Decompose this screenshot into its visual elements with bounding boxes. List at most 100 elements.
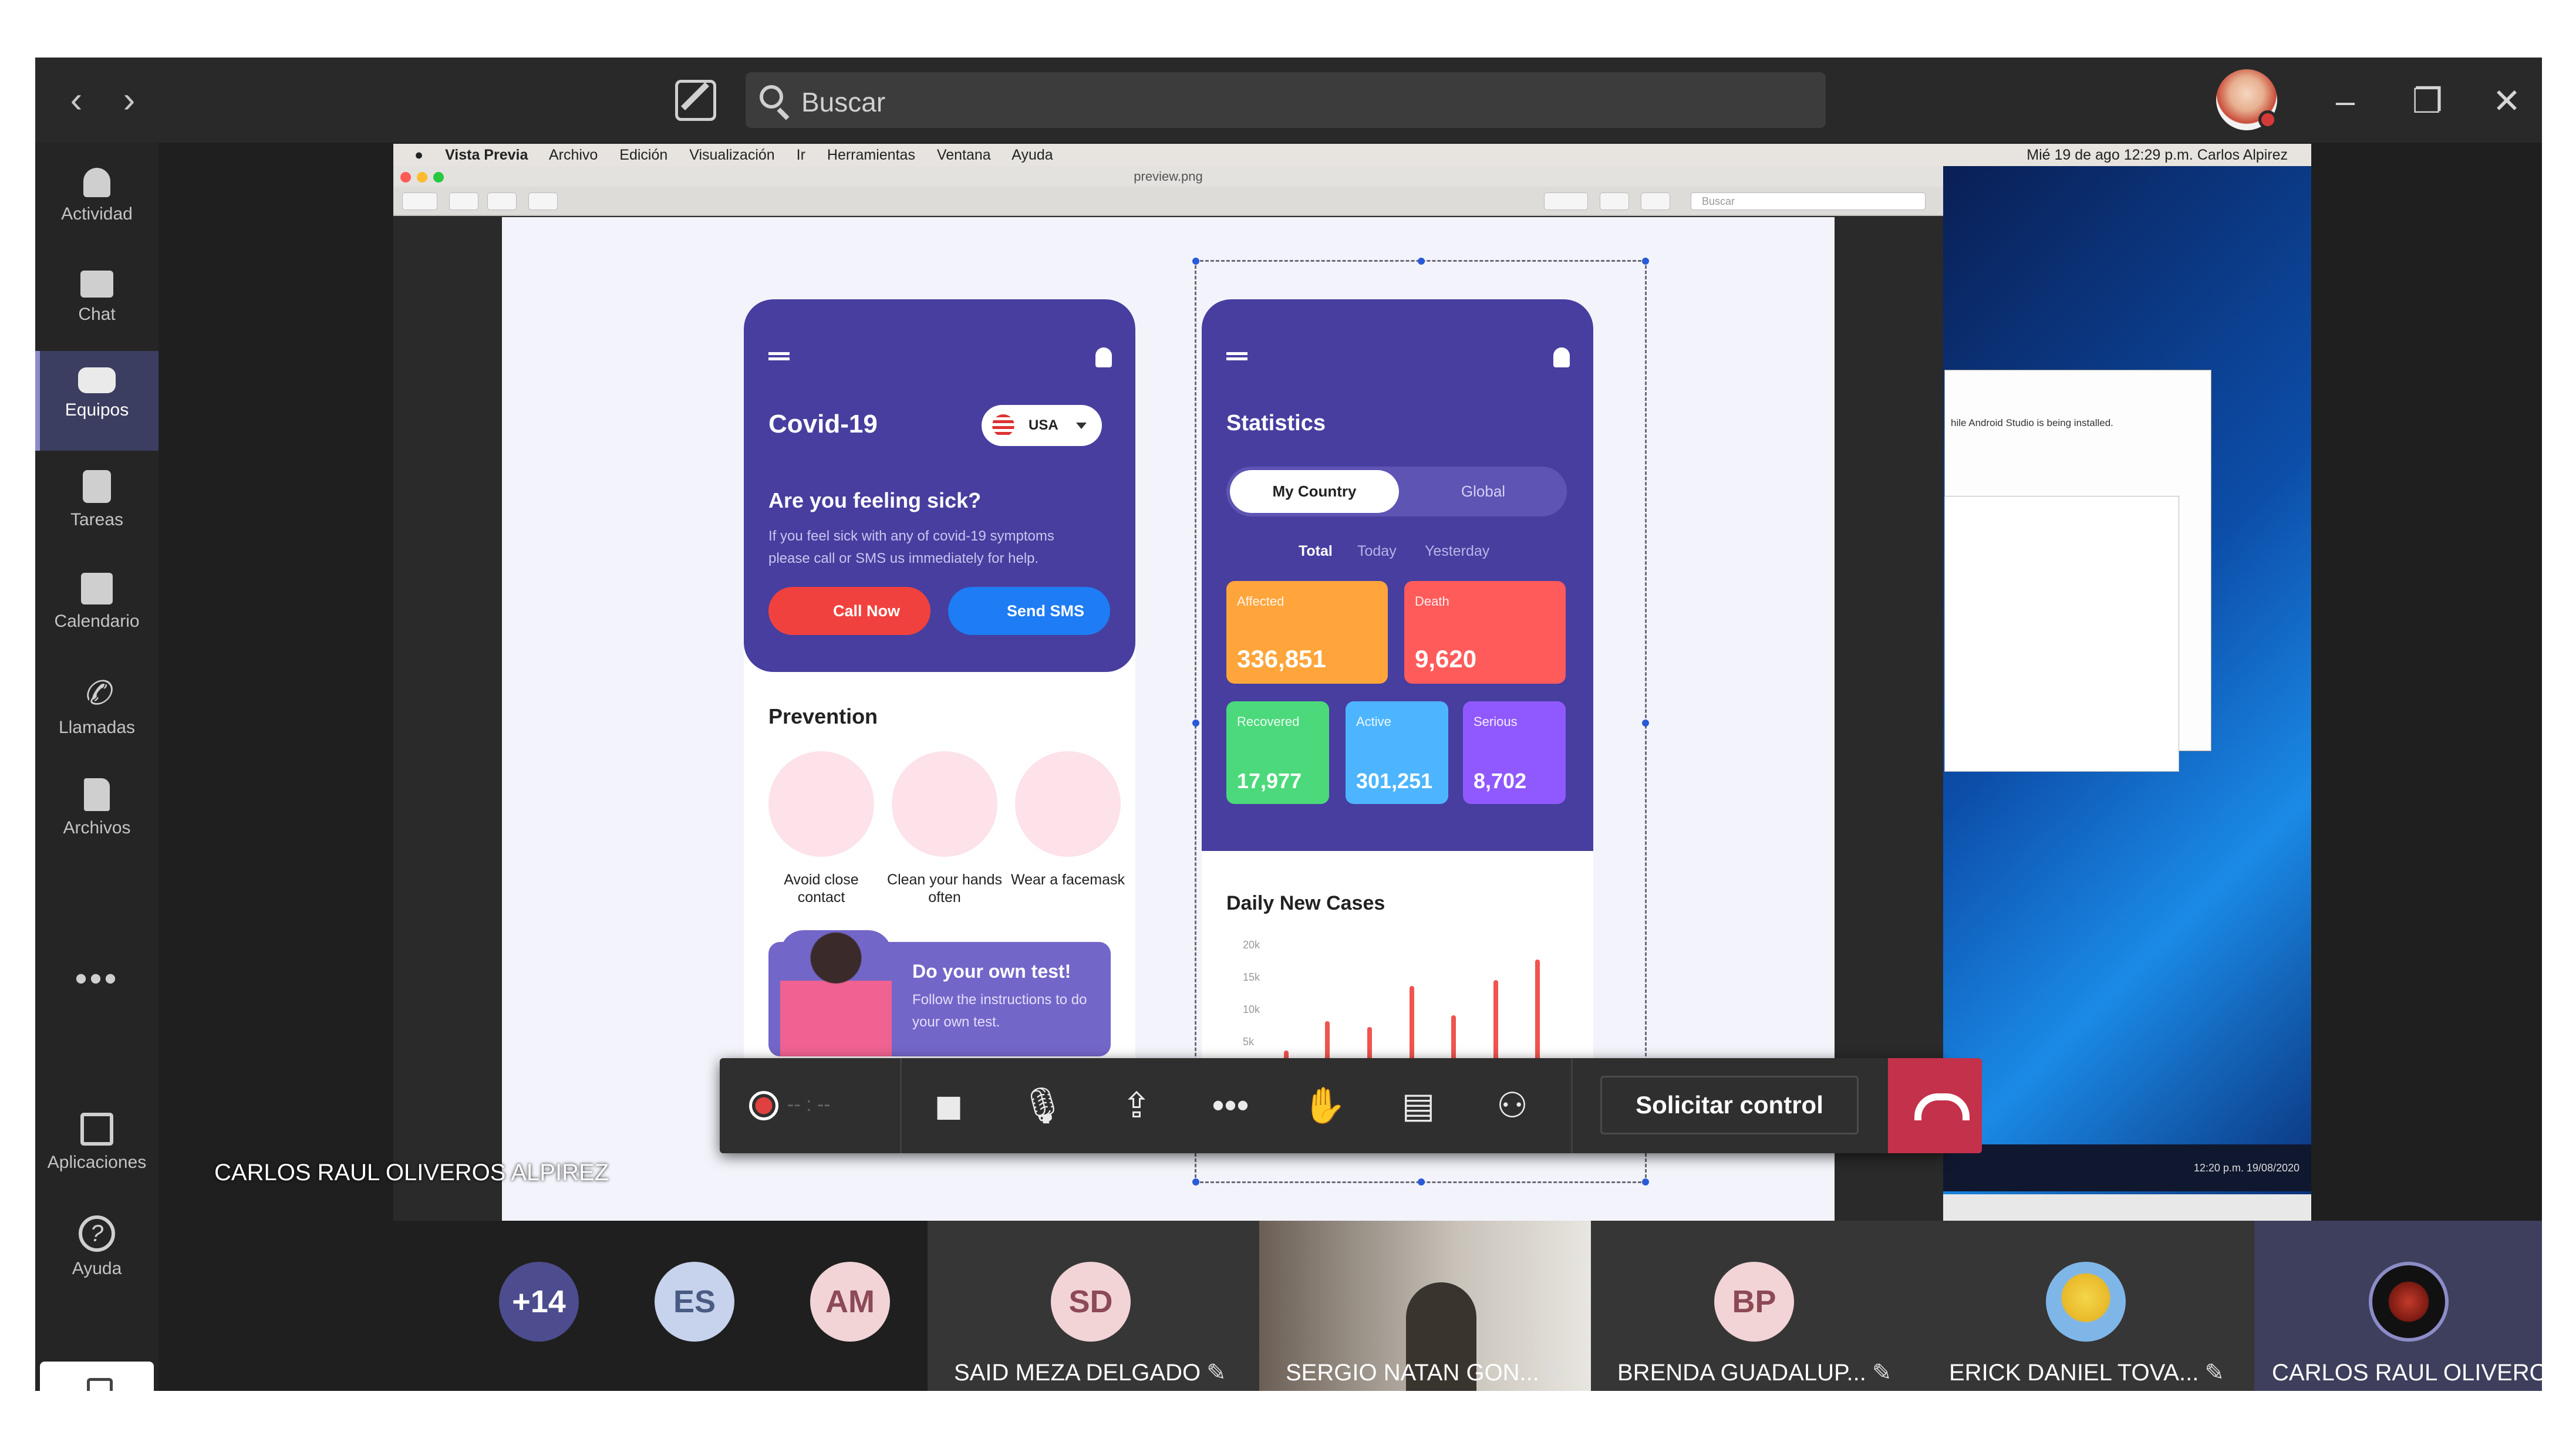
menu-icon [768,352,790,360]
share-icon [528,192,558,210]
overflow-participants[interactable]: +14 [499,1262,579,1342]
participant-name-text: ERICK DANIEL TOVA... [1949,1360,2199,1386]
avatar [2369,1262,2449,1342]
resize-handle [1418,258,1425,265]
participant-tile[interactable]: SD SAID MEZA DELGADO ✎ [928,1221,1259,1391]
tasks-icon [83,470,111,503]
prevention-item: Avoid close contact [763,751,880,906]
chat-icon[interactable]: ▤ [1392,1079,1445,1132]
rail-label: Actividad [61,204,133,224]
muted-mic-icon: ✎ [1206,1360,1226,1386]
rail-label: Calendario [54,612,140,631]
call-controls: -- : -- ◼ 🎙 ⇪ ••• ✋ ▤ ⚇ Solicitar contro… [720,1058,1982,1153]
restore-button[interactable]: ❐ [2401,75,2454,128]
rail-label: Llamadas [58,718,136,737]
phone-title: Covid-19 [768,410,878,438]
forward-arrow-icon[interactable]: › [112,80,147,121]
camera-off-icon[interactable]: ◼ [922,1079,975,1132]
request-control-button[interactable]: Solicitar control [1600,1076,1859,1134]
avoid-contact-illustration [768,751,874,857]
country-select: USA [982,405,1102,446]
rail-item-actividad[interactable]: Actividad [35,151,159,251]
search-icon [760,85,783,109]
device-icon[interactable] [40,1362,154,1391]
compose-icon[interactable] [675,80,716,121]
minimize-dot-icon [417,172,427,183]
installer-text: hile Android Studio is being installed. [1951,417,2113,428]
rail-item-aplicaciones[interactable]: Aplicaciones [35,1096,159,1196]
close-dot-icon [400,172,411,183]
phone-covid: Covid-19 USA Are you feeling sick? If yo… [744,299,1135,1133]
more-apps-icon[interactable]: ••• [35,958,159,999]
participant-tile-video[interactable]: SERGIO NATAN GON... ✎ [1259,1221,1591,1391]
menu-vista-previa: Vista Previa [445,147,528,163]
menu-ventana: Ventana [936,147,991,163]
avatar[interactable]: ES [655,1262,734,1342]
rail-item-llamadas[interactable]: ✆ Llamadas [35,659,159,759]
help-icon: ? [79,1215,115,1252]
rail-label: Equipos [65,400,129,420]
preview-toolbar: Buscar [393,187,1943,216]
muted-mic-icon: ✎ [1545,1360,1565,1386]
call-timer: -- : -- [787,1093,831,1116]
avatar[interactable]: AM [810,1262,890,1342]
mic-off-icon[interactable]: 🎙 [1016,1079,1069,1132]
menu-archivo: Archivo [548,147,598,163]
participant-name: SAID MEZA DELGADO ✎ [954,1359,1226,1386]
prevention-title: Prevention [768,704,878,728]
hang-up-button[interactable] [1888,1058,1982,1153]
participant-name: ERICK DANIEL TOVA... ✎ [1949,1359,2224,1386]
participant-name: CARLOS RAUL OLIVEROS ... [2272,1360,2542,1386]
rail-label: Archivos [63,818,131,837]
rail-item-chat[interactable]: Chat [35,254,159,354]
menu-edicion: Edición [619,147,668,163]
minimize-button[interactable]: – [2319,75,2372,128]
facemask-illustration [1015,751,1121,857]
resize-handle [1642,258,1649,265]
sidebar-toggle-icon [402,192,437,210]
rail-label: Tareas [70,510,124,529]
doctor-illustration [780,930,892,1056]
self-test-text: Follow the instructions to do your own t… [912,992,1087,1030]
raise-hand-icon[interactable]: ✋ [1298,1079,1351,1132]
apps-icon [80,1113,113,1146]
participant-tile[interactable]: ERICK DANIEL TOVA... ✎ [1923,1221,2254,1391]
zoom-out-icon [449,192,478,210]
participant-tile[interactable]: BP BRENDA GUADALUP... ✎ [1591,1221,1923,1391]
rail-item-archivos[interactable]: Archivos [35,762,159,862]
resize-handle [1418,1178,1425,1185]
app-rail: Actividad Chat Equipos Tareas Calendario… [35,143,159,1391]
share-screen-icon[interactable]: ⇪ [1110,1079,1163,1132]
prevention-label: Clean your hands often [887,872,1002,906]
rail-item-ayuda[interactable]: ? Ayuda [35,1199,159,1299]
windows-tray [1943,1194,2311,1221]
rotate-icon [1600,192,1629,210]
mac-status: Mié 19 de ago 12:29 p.m. Carlos Alpirez [2027,147,2288,163]
presence-status-icon [2258,110,2277,129]
menu-visualizacion: Visualización [689,147,775,163]
self-test-title: Do your own test! [912,961,1071,982]
rail-item-equipos[interactable]: Equipos [35,351,159,451]
user-avatar[interactable] [2216,69,2277,130]
zoom-dot-icon [433,172,444,183]
close-button[interactable]: ✕ [2480,75,2533,128]
search-box[interactable]: Buscar [746,72,1826,128]
rail-item-tareas[interactable]: Tareas [35,454,159,553]
participant-name-text: SERGIO NATAN GON... [1286,1360,1539,1386]
rail-item-calendario[interactable]: Calendario [35,556,159,656]
resize-handle [1192,258,1199,265]
prevention-label: Avoid close contact [784,872,859,906]
rail-label: Aplicaciones [47,1153,147,1172]
file-dialog [1944,496,2179,772]
back-arrow-icon[interactable]: ‹ [59,80,94,121]
mac-menubar: ● Vista Previa Archivo Edición Visualiza… [393,144,2311,166]
search-placeholder: Buscar [801,87,886,117]
teams-icon [78,367,116,393]
more-actions-icon[interactable]: ••• [1204,1079,1257,1132]
participants-icon[interactable]: ⚇ [1486,1079,1539,1132]
muted-mic-icon: ✎ [1872,1360,1892,1386]
menu-herramientas: Herramientas [827,147,915,163]
prevention-label: Wear a facemask [1010,872,1125,888]
menu-ayuda: Ayuda [1011,147,1053,163]
participant-tile-active[interactable]: CARLOS RAUL OLIVEROS ... [2254,1221,2542,1391]
